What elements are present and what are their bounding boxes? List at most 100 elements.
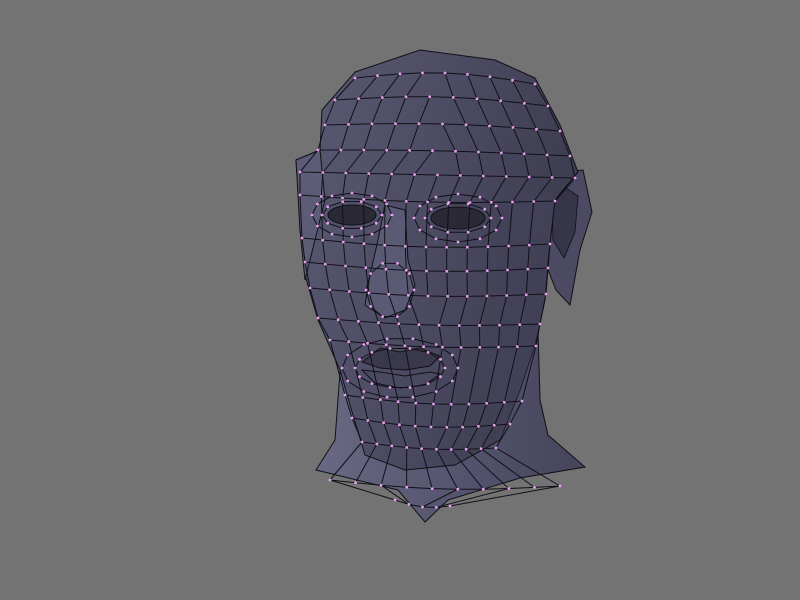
mesh-vertex [405,485,409,489]
mesh-vertex [505,294,509,297]
mesh-vertex [316,202,319,206]
mesh-vertex [361,396,365,399]
mesh-vertex [456,487,460,491]
mesh-vertex [425,269,428,273]
mesh-vertex [507,244,511,248]
mesh-vertex [443,366,447,370]
mesh-vertex [379,483,383,487]
mesh-vertex [411,395,415,399]
mesh-vertex [465,269,469,273]
mesh-vertex [423,216,427,220]
mesh-vertex [388,386,392,389]
mesh-vertex [437,323,441,327]
mesh-vertex [546,266,550,270]
mesh-vertex [430,487,434,490]
mesh-vertex [328,338,332,342]
head-mesh[interactable] [0,0,800,600]
mesh-vertex [308,286,312,290]
mesh-vertex [456,192,460,196]
mesh-vertex [383,243,387,247]
mesh-vertex [518,323,522,326]
mesh-vertex [403,244,407,248]
mesh-vertex [385,395,389,399]
mesh-vertex [350,416,354,420]
mesh-vertex [323,262,327,266]
3d-viewport[interactable] [0,0,800,600]
mesh-vertex [396,262,399,265]
mesh-vertex [424,245,428,249]
mesh-vertex [414,401,418,405]
mesh-vertex [413,173,416,176]
mesh-vertex [485,401,488,405]
mesh-vertex [354,481,357,485]
mesh-vertex [467,402,471,406]
mesh-vertex [398,72,402,76]
mesh-vertex [320,213,324,217]
mesh-vertex [404,200,408,203]
mesh-vertex [426,200,429,204]
mesh-vertex [511,78,514,82]
mesh-vertex [475,97,479,101]
mesh-vertex [360,440,364,444]
mesh-vertex [558,129,562,133]
mesh-vertex [445,245,449,249]
mesh-vertex [489,200,493,204]
mesh-vertex [545,153,549,157]
mesh-vertex [375,442,379,446]
mesh-vertex [446,294,450,298]
mesh-vertex [558,484,562,488]
mesh-vertex [428,95,432,99]
mesh-vertex [316,316,320,320]
mesh-vertex [488,75,492,79]
mesh-vertex [387,292,391,296]
mesh-vertex [478,237,482,241]
mesh-vertex [506,268,509,272]
mesh-vertex [357,97,361,100]
mesh-vertex [359,226,363,230]
mesh-vertex [418,228,422,232]
mesh-vertex [457,324,461,327]
mesh-vertex [421,71,424,75]
mesh-vertex [494,228,498,232]
mesh-edge-column [414,403,417,427]
mesh-vertex [330,232,334,236]
mesh-vertex [456,240,460,244]
mesh-vertex [362,343,366,346]
mesh-vertex [489,216,493,220]
mesh-vertex [544,292,548,296]
mesh-vertex [511,200,514,204]
mesh-vertex [412,216,416,220]
mesh-vertex [515,345,519,348]
mesh-vertex [374,205,378,209]
mesh-vertex [362,197,366,201]
mesh-vertex [370,232,374,236]
mesh-vertex [417,323,421,327]
mesh-vertex [326,221,330,225]
mesh-vertex [397,322,401,326]
mesh-vertex [477,150,480,154]
mesh-vertex [522,101,526,105]
mesh-vertex [369,272,372,275]
mesh-vertex [507,487,511,490]
mesh-vertex [429,225,433,229]
mesh-vertex [478,346,482,349]
mesh-vertex [534,344,538,348]
mesh-vertex [483,225,487,229]
mesh-vertex [432,402,435,406]
mesh-vertex [404,268,408,272]
mesh-vertex [343,393,347,397]
mesh-vertex [298,170,302,174]
mesh-vertex [364,288,368,292]
mesh-vertex [341,196,344,200]
mesh-vertex [459,174,462,177]
mesh-vertex [434,237,438,241]
mesh-vertex [370,122,374,126]
mesh-vertex [481,487,485,491]
mesh-vertex [434,505,438,509]
mesh-vertex [500,216,504,220]
mesh-vertex [341,226,345,230]
left-eye-socket [327,204,377,226]
mesh-vertex [336,318,340,322]
mesh-vertex [439,357,442,361]
mesh-vertex [321,238,325,242]
